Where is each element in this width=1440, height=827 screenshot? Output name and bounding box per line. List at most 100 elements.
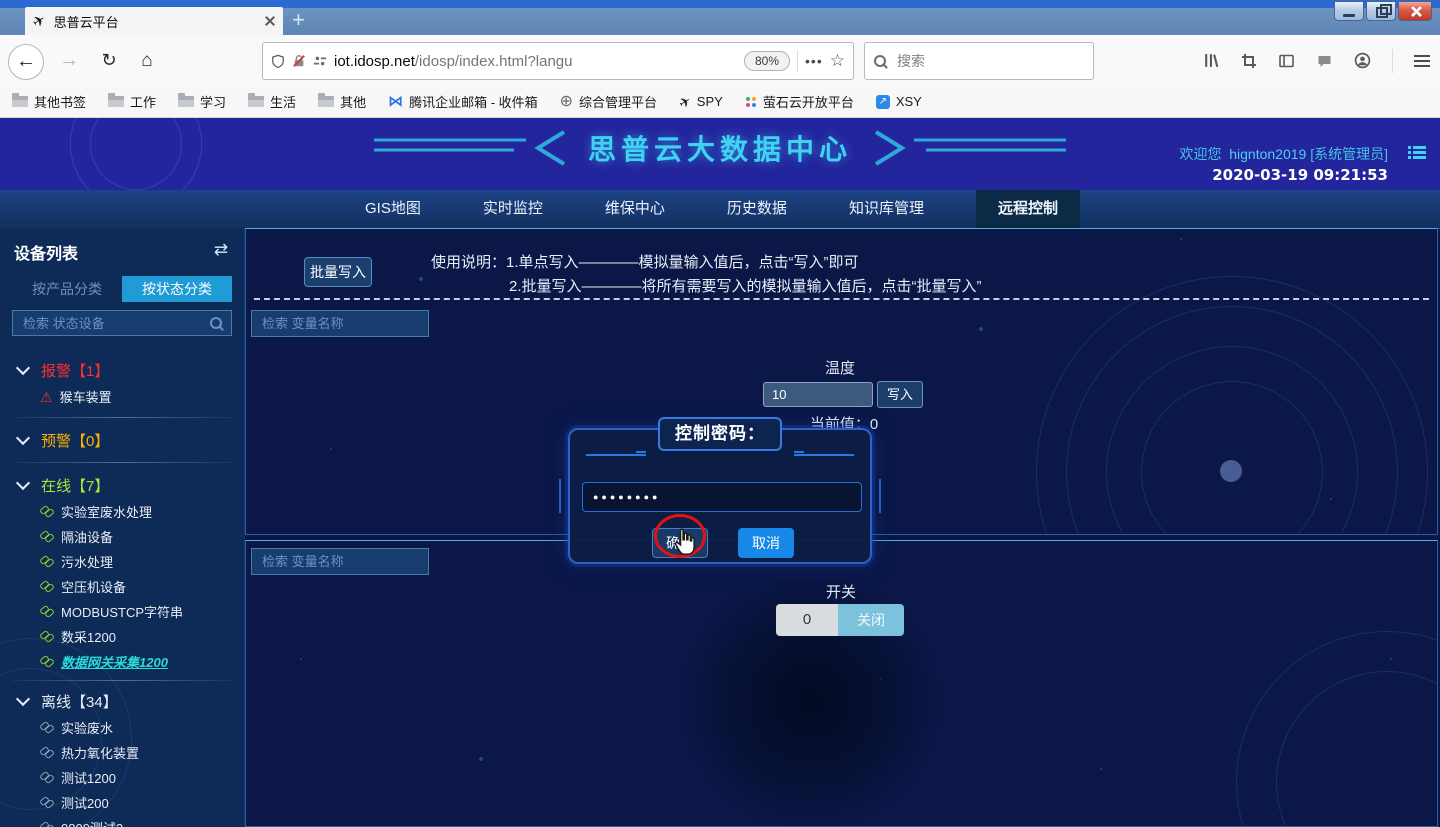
page-header: 思普云大数据中心 欢迎您 hignton2019 [系统管理员] 2020-03… <box>0 118 1440 190</box>
zoom-level-badge[interactable]: 80% <box>744 51 790 71</box>
device-item[interactable]: 测试200 <box>0 790 244 815</box>
url-bar[interactable]: iot.idosp.net/idosp/index.html?langu 80%… <box>262 42 854 80</box>
sidebar-toggle-icon[interactable] <box>1278 53 1295 69</box>
variable-search-input[interactable] <box>260 315 440 332</box>
device-item[interactable]: 0809测试2 <box>0 815 244 827</box>
group-label: 离线 <box>41 694 71 711</box>
variable-search-input[interactable] <box>260 553 440 570</box>
device-item-alarm[interactable]: ⚠ 猴车装置 <box>0 384 244 409</box>
device-item[interactable]: MODBUSTCP字符串 <box>0 599 244 624</box>
chevron-down-icon <box>16 431 30 445</box>
bookmark-folder-work[interactable]: 工作 <box>108 92 156 111</box>
write-button[interactable]: 写入 <box>877 381 923 408</box>
bookmark-tencent-mail[interactable]: ⋈腾讯企业邮箱 - 收件箱 <box>388 92 538 111</box>
bookmark-label: 其他 <box>340 92 366 111</box>
device-label: 隔油设备 <box>61 527 113 546</box>
group-offline[interactable]: 离线【34】 <box>0 687 244 715</box>
bookmark-star-icon[interactable]: ☆ <box>830 51 845 71</box>
bookmark-label: 其他书签 <box>34 92 86 111</box>
nav-remote-control[interactable]: 远程控制 <box>976 190 1080 228</box>
device-item[interactable]: 数采1200 <box>0 624 244 649</box>
dialog-wing-decoration <box>559 479 561 513</box>
cancel-button[interactable]: 取消 <box>738 528 794 558</box>
device-item-selected[interactable]: 数据网关采集1200 <box>0 649 244 674</box>
globe-icon: ⊕ <box>560 94 573 110</box>
group-alarm[interactable]: 报警【1】 <box>0 356 244 384</box>
tab-by-product[interactable]: 按产品分类 <box>12 276 122 302</box>
group-count: 【34】 <box>71 694 118 711</box>
bookmark-label: 腾讯企业邮箱 - 收件箱 <box>409 92 538 111</box>
device-item[interactable]: 污水处理 <box>0 549 244 574</box>
nav-maintenance-center[interactable]: 维保中心 <box>595 190 675 228</box>
browser-search-input[interactable] <box>895 52 1084 70</box>
user-role: [系统管理员] <box>1310 146 1388 162</box>
device-search-box[interactable] <box>12 310 232 336</box>
password-input[interactable]: ●●●●●●●● <box>582 482 862 512</box>
bookmark-folder-other[interactable]: 其他书签 <box>12 92 86 111</box>
device-item[interactable]: 实验废水 <box>0 715 244 740</box>
collapse-swap-icon[interactable]: ⇄ <box>214 240 228 260</box>
forward-button[interactable]: → <box>52 44 86 78</box>
restore-button[interactable] <box>1366 1 1396 21</box>
bookmark-folder-study[interactable]: 学习 <box>178 92 226 111</box>
link-icon <box>40 530 54 543</box>
bookmark-mgmt-platform[interactable]: ⊕综合管理平台 <box>560 92 657 111</box>
device-item[interactable]: 空压机设备 <box>0 574 244 599</box>
insecure-lock-icon[interactable] <box>292 54 306 68</box>
instructions-line1: 使用说明：1.单点写入————模拟量输入值后，点击“写入”即可 <box>431 251 859 275</box>
chevron-down-icon <box>16 361 30 375</box>
shield-icon[interactable] <box>271 54 285 69</box>
ring-center-dot <box>1220 460 1242 482</box>
group-label: 预警 <box>41 433 71 450</box>
nav-gis-map[interactable]: GIS地图 <box>355 190 431 228</box>
control-password-dialog: ●●●●●●●● 确定 取消 控制密码： <box>568 417 872 564</box>
group-online[interactable]: 在线【7】 <box>0 471 244 499</box>
device-item[interactable]: 实验室废水处理 <box>0 499 244 524</box>
bookmark-folder-misc[interactable]: 其他 <box>318 92 366 111</box>
temperature-value-input[interactable] <box>763 382 873 407</box>
switch-value[interactable]: 0 <box>776 604 838 636</box>
screenshot-crop-icon[interactable] <box>1241 53 1257 69</box>
back-button[interactable]: ← <box>8 44 44 80</box>
minimize-button[interactable] <box>1334 1 1364 21</box>
batch-write-button[interactable]: 批量写入 <box>304 257 372 287</box>
tab-by-status[interactable]: 按状态分类 <box>122 276 232 302</box>
tab-close-icon[interactable] <box>265 16 275 26</box>
nav-knowledge-base[interactable]: 知识库管理 <box>839 190 934 228</box>
variable-search-box[interactable] <box>251 548 429 575</box>
device-item[interactable]: 热力氧化装置 <box>0 740 244 765</box>
url-text[interactable]: iot.idosp.net/idosp/index.html?langu <box>334 53 737 70</box>
bookmark-label: 生活 <box>270 92 296 111</box>
home-button[interactable]: ⌂ <box>130 44 164 78</box>
nav-history-data[interactable]: 历史数据 <box>717 190 797 228</box>
new-tab-button[interactable]: + <box>292 9 305 31</box>
application-window: ✈ 思普云平台 + ← → ↻ ⌂ iot.idosp.net/idosp/in… <box>0 0 1440 827</box>
device-item[interactable]: 隔油设备 <box>0 524 244 549</box>
messages-icon[interactable] <box>1316 53 1333 69</box>
browser-tab[interactable]: ✈ 思普云平台 <box>25 7 283 35</box>
browser-search-box[interactable] <box>864 42 1094 80</box>
nav-realtime-monitor[interactable]: 实时监控 <box>473 190 553 228</box>
browser-toolbar: ← → ↻ ⌂ iot.idosp.net/idosp/index.html?l… <box>0 35 1440 87</box>
library-icon[interactable] <box>1203 52 1220 69</box>
group-warning[interactable]: 预警【0】 <box>0 426 244 454</box>
account-icon[interactable] <box>1354 52 1371 69</box>
close-button[interactable] <box>1398 1 1432 21</box>
bookmark-spy[interactable]: ✈SPY <box>679 94 723 109</box>
device-item[interactable]: 测试1200 <box>0 765 244 790</box>
bookmark-folder-life[interactable]: 生活 <box>248 92 296 111</box>
variable-search-box[interactable] <box>251 310 429 337</box>
permissions-icon[interactable] <box>313 54 327 68</box>
switch-state-button[interactable]: 关闭 <box>838 604 904 636</box>
device-search-input[interactable] <box>21 315 204 332</box>
search-icon <box>210 317 223 330</box>
welcome-text: 欢迎您 hignton2019 [系统管理员] <box>1179 144 1388 164</box>
device-label: MODBUSTCP字符串 <box>61 602 183 621</box>
menu-icon[interactable] <box>1414 55 1430 67</box>
browser-titlebar: ✈ 思普云平台 + <box>0 0 1440 35</box>
menu-list-icon[interactable] <box>1408 146 1426 159</box>
reload-button[interactable]: ↻ <box>92 44 126 78</box>
bookmark-ezviz[interactable]: 萤石云开放平台 <box>745 92 854 111</box>
bookmark-xsy[interactable]: ↗XSY <box>876 94 922 109</box>
page-actions-icon[interactable]: ••• <box>805 53 823 69</box>
